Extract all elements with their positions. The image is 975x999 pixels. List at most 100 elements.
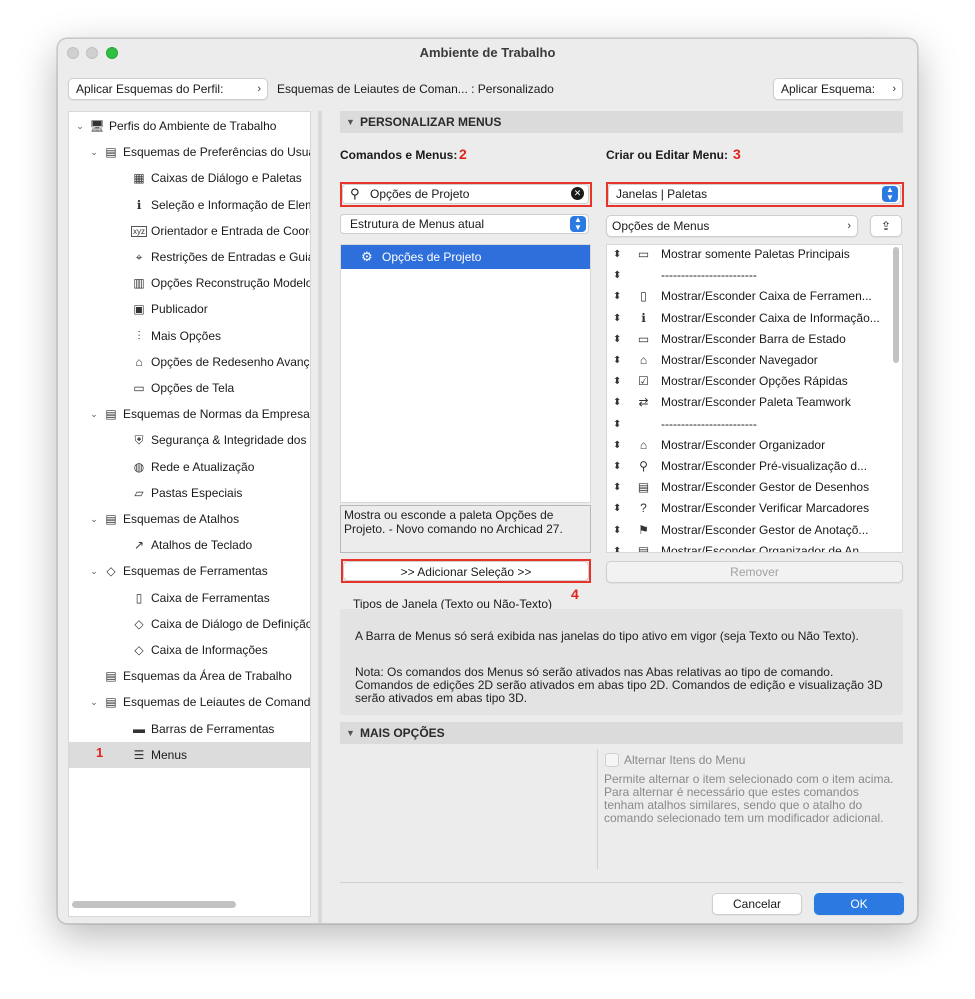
tree-item[interactable]: ▱ Pastas Especiais bbox=[69, 481, 310, 505]
menu-item-label: Mostrar/Esconder Pré-visualização d... bbox=[661, 459, 868, 473]
tree-item[interactable]: ▦ Caixas de Diálogo e Paletas bbox=[69, 166, 310, 190]
apply-scheme-button[interactable]: Aplicar Esquema: › bbox=[773, 78, 903, 100]
tree-item[interactable]: ↗ Atalhos de Teclado bbox=[69, 533, 310, 557]
tree-item[interactable]: ▥ Opções Reconstrução Modelo bbox=[69, 271, 310, 295]
tree-item[interactable]: ▯ Caixa de Ferramentas bbox=[69, 586, 310, 610]
settings-tree[interactable]: ⌄ 🖥 Perfis do Ambiente de Trabalho ⌄ ▤ Esquem… bbox=[68, 111, 311, 917]
tree-item[interactable]: ⌂ Opções de Redesenho Avançada bbox=[69, 350, 310, 374]
tree-item[interactable]: ◍ Rede e Atualização bbox=[69, 455, 310, 479]
reorder-arrows-icon[interactable]: ⬍ bbox=[613, 392, 621, 413]
disclosure-chevron-icon[interactable]: ⌄ bbox=[87, 559, 101, 583]
close-window-button[interactable] bbox=[67, 47, 79, 59]
horizontal-scrollbar[interactable] bbox=[72, 901, 236, 908]
tree-item[interactable]: ▬ Barras de Ferramentas bbox=[69, 717, 310, 741]
menu-item-row[interactable]: ⬍ ------------------------ bbox=[607, 265, 892, 286]
menu-item-label: Mostrar/Esconder Gestor de Anotaçõ... bbox=[661, 522, 869, 537]
cancel-button[interactable]: Cancelar bbox=[712, 893, 802, 915]
menu-item-row[interactable]: ⬍ ▯ Mostrar/Esconder Caixa de Ferramen... bbox=[607, 286, 892, 307]
tree-item[interactable]: ☰ Menus bbox=[69, 743, 310, 767]
security-icon: ⛨ bbox=[134, 433, 144, 448]
ok-button[interactable]: OK bbox=[814, 893, 904, 915]
tool-settings-icon: ◇ bbox=[134, 616, 144, 631]
menu-item-label: ------------------------ bbox=[661, 268, 757, 283]
apply-scheme-label: Aplicar Esquema: bbox=[781, 82, 876, 96]
menu-item-row[interactable]: ⬍ ⚲ Mostrar/Esconder Pré-visualização d... bbox=[607, 456, 892, 477]
tree-item[interactable]: ▣ Publicador bbox=[69, 297, 310, 321]
menu-item-row[interactable]: ⬍ ▤ Mostrar/Esconder Organizador de An... bbox=[607, 541, 892, 552]
more-options-header[interactable]: ▼ MAIS OPÇÕES bbox=[340, 722, 903, 744]
xyz-icon: xyz bbox=[131, 225, 147, 237]
export-menu-button[interactable]: ⇪ bbox=[870, 215, 902, 237]
tree-item[interactable]: ▭ Opções de Tela bbox=[69, 376, 310, 400]
tree-item[interactable]: ⌄ ▤ Esquemas de Leiautes de Comando bbox=[69, 690, 310, 714]
tree-item[interactable]: ◇ Caixa de Diálogo de Definição d bbox=[69, 612, 310, 636]
menu-item-row[interactable]: ⬍ ⚑ Mostrar/Esconder Gestor de Anotaçõ... bbox=[607, 520, 892, 541]
menu-item-row[interactable]: ⬍ ⌂ Mostrar/Esconder Navegador bbox=[607, 350, 892, 371]
disclosure-chevron-icon[interactable]: ⌄ bbox=[73, 114, 87, 138]
menu-item-row[interactable]: ⬍ ⌂ Mostrar/Esconder Organizador bbox=[607, 435, 892, 456]
menu-items-list[interactable]: ⬍ ▭ Mostrar somente Paletas Principais ⬍ ---… bbox=[606, 244, 903, 553]
menu-item-row[interactable]: ⬍ ▤ Mostrar/Esconder Gestor de Desenhos bbox=[607, 477, 892, 498]
commands-list[interactable]: ⚙ Opções de Projeto bbox=[340, 244, 591, 503]
mouse-constraints-icon: ⌖ bbox=[135, 250, 143, 264]
info-box-icon: ◇ bbox=[134, 643, 144, 657]
reorder-arrows-icon[interactable]: ⬍ bbox=[613, 350, 621, 371]
toggle-menu-items-description: Permite alternar o item selecionado com … bbox=[604, 772, 894, 825]
menu-options-label: Opções de Menus bbox=[612, 219, 710, 233]
tree-item[interactable]: ⌄ ▤ Esquemas de Atalhos bbox=[69, 507, 310, 531]
customize-menus-header[interactable]: ▼ PERSONALIZAR MENUS bbox=[340, 111, 903, 133]
tree-item[interactable]: ⌄ ▤ Esquemas de Preferências do Usuá bbox=[69, 140, 310, 164]
reorder-arrows-icon[interactable]: ⬍ bbox=[613, 435, 621, 456]
reorder-arrows-icon[interactable]: ⬍ bbox=[613, 308, 621, 329]
menu-item-row[interactable]: ⬍ ℹ Mostrar/Esconder Caixa de Informação..… bbox=[607, 308, 892, 329]
disclosure-chevron-icon[interactable]: ⌄ bbox=[87, 140, 101, 164]
reorder-arrows-icon[interactable]: ⬍ bbox=[613, 265, 621, 286]
menu-structure-select[interactable]: Estrutura de Menus atual ▲ ▼ bbox=[340, 214, 589, 234]
reorder-arrows-icon[interactable]: ⬍ bbox=[613, 371, 621, 392]
tree-item[interactable]: ⌖ Restrições de Entradas e Guias bbox=[69, 245, 310, 269]
menu-item-row[interactable]: ⬍ ▭ Mostrar somente Paletas Principais bbox=[607, 245, 892, 265]
panel-splitter[interactable] bbox=[318, 111, 322, 923]
minimize-window-button[interactable] bbox=[86, 47, 98, 59]
remove-button[interactable]: Remover bbox=[606, 561, 903, 583]
tree-item-label: Opções de Redesenho Avançada bbox=[151, 354, 310, 369]
menu-options-button[interactable]: Opções de Menus › bbox=[606, 215, 858, 237]
reorder-arrows-icon[interactable]: ⬍ bbox=[613, 520, 621, 541]
reorder-arrows-icon[interactable]: ⬍ bbox=[613, 541, 621, 552]
disclosure-triangle-icon: ▼ bbox=[346, 728, 355, 738]
reorder-arrows-icon[interactable]: ⬍ bbox=[613, 245, 621, 265]
apply-profile-button[interactable]: Aplicar Esquemas do Perfil: › bbox=[68, 78, 268, 100]
menu-item-row[interactable]: ⬍ ------------------------ bbox=[607, 414, 892, 435]
tree-item[interactable]: ⌄ ◇ Esquemas de Ferramentas bbox=[69, 559, 310, 583]
reorder-arrows-icon[interactable]: ⬍ bbox=[613, 329, 621, 350]
command-description: Mostra ou esconde a paleta Opções de Pro… bbox=[340, 505, 591, 553]
tree-item[interactable]: ⛨ Segurança & Integridade dos Da bbox=[69, 428, 310, 452]
vertical-scrollbar[interactable] bbox=[893, 247, 899, 363]
toggle-menu-items-checkbox[interactable] bbox=[605, 753, 619, 767]
tree-item[interactable]: ⌄ 🖥 Perfis do Ambiente de Trabalho bbox=[69, 114, 310, 138]
tree-item[interactable]: ℹ Seleção e Informação de Elemen bbox=[69, 193, 310, 217]
tree-item[interactable]: ⫶ Mais Opções bbox=[69, 324, 310, 348]
menu-item-row[interactable]: ⬍ ☑ Mostrar/Esconder Opções Rápidas bbox=[607, 371, 892, 392]
menu-item-row[interactable]: ⬍ ▭ Mostrar/Esconder Barra de Estado bbox=[607, 329, 892, 350]
reorder-arrows-icon[interactable]: ⬍ bbox=[613, 498, 621, 519]
list-item-selected[interactable]: ⚙ Opções de Projeto bbox=[341, 245, 590, 269]
menu-item-row[interactable]: ⬍? Mostrar/Esconder Verificar Marcadores bbox=[607, 498, 892, 519]
reorder-arrows-icon[interactable]: ⬍ bbox=[613, 456, 621, 477]
dialogs-palettes-icon: ▦ bbox=[133, 171, 145, 186]
menu-item-row[interactable]: ⬍ ⇄ Mostrar/Esconder Paleta Teamwork bbox=[607, 392, 892, 413]
status-bar-icon: ▭ bbox=[637, 331, 650, 346]
tree-item[interactable]: ⌄ ▤ Esquemas de Normas da Empresa bbox=[69, 402, 310, 426]
tree-item[interactable]: xyz Orientador e Entrada de Coorder bbox=[69, 219, 310, 243]
screen-options-icon: ▭ bbox=[133, 381, 145, 395]
disclosure-chevron-icon[interactable]: ⌄ bbox=[87, 507, 101, 531]
tree-item[interactable]: ▤ Esquemas da Área de Trabalho bbox=[69, 664, 310, 688]
tree-item-label: Esquemas de Ferramentas bbox=[123, 564, 268, 579]
tree-item[interactable]: ◇ Caixa de Informações bbox=[69, 638, 310, 662]
reorder-arrows-icon[interactable]: ⬍ bbox=[613, 286, 621, 307]
disclosure-chevron-icon[interactable]: ⌄ bbox=[87, 690, 101, 714]
reorder-arrows-icon[interactable]: ⬍ bbox=[613, 477, 621, 498]
zoom-window-button[interactable] bbox=[106, 47, 118, 59]
disclosure-chevron-icon[interactable]: ⌄ bbox=[87, 402, 101, 426]
reorder-arrows-icon[interactable]: ⬍ bbox=[613, 414, 621, 435]
